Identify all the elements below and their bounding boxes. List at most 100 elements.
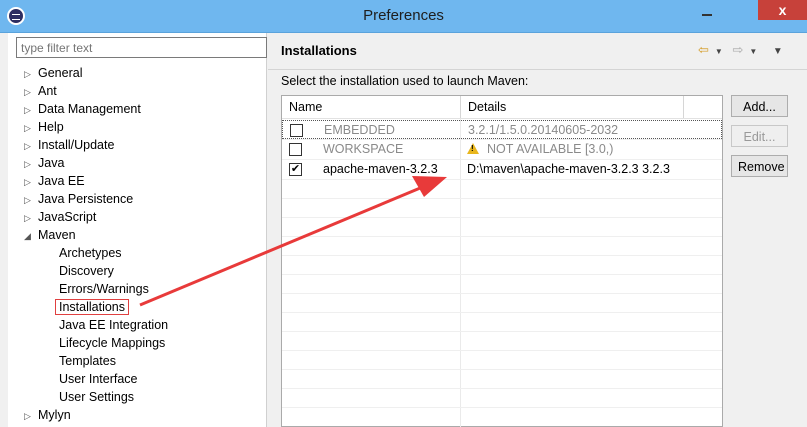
installation-name: WORKSPACE xyxy=(323,142,404,156)
column-header-name[interactable]: Name xyxy=(282,96,461,118)
tree-item-label: JavaScript xyxy=(38,210,97,224)
preferences-nav-panel: ▷General▷Ant▷Data Management▷Help▷Instal… xyxy=(8,33,267,427)
tree-item-label: Discovery xyxy=(59,264,114,278)
tree-item-label: Java EE xyxy=(38,174,85,188)
row-line xyxy=(282,255,722,256)
tree-item[interactable]: User Interface xyxy=(59,370,138,388)
installation-name: apache-maven-3.2.3 xyxy=(323,162,438,176)
tree-item[interactable]: ▷ Install/Update xyxy=(24,136,114,154)
page-nav-toolbar: ⇦ ▼ ⇨ ▼ ▼ xyxy=(698,42,789,58)
column-header-details[interactable]: Details xyxy=(461,96,684,118)
collapsed-triangle-icon[interactable]: ▷ xyxy=(24,119,38,137)
row-line xyxy=(282,312,722,313)
tree-item[interactable]: Discovery xyxy=(59,262,114,280)
collapsed-triangle-icon[interactable]: ▷ xyxy=(24,173,38,191)
installation-name: EMBEDDED xyxy=(324,123,395,137)
tree-item[interactable]: ▷ Data Management xyxy=(24,100,141,118)
tree-item[interactable]: Installations xyxy=(55,298,130,316)
tree-item-label: Ant xyxy=(38,84,57,98)
expanded-triangle-icon[interactable]: ◢ xyxy=(24,227,38,245)
tree-item-label: Install/Update xyxy=(38,138,115,152)
row-line xyxy=(282,350,722,351)
minimize-icon[interactable] xyxy=(702,14,712,16)
row-line xyxy=(282,369,722,370)
collapsed-triangle-icon[interactable]: ▷ xyxy=(24,65,38,83)
filter-input[interactable] xyxy=(16,37,267,58)
tree-item[interactable]: ▷ Help xyxy=(24,118,64,136)
tree-item-label: Help xyxy=(38,120,64,134)
tree-item[interactable]: ◢ Maven xyxy=(24,226,76,244)
installation-details: NOT AVAILABLE [3.0,) xyxy=(487,142,614,156)
row-line xyxy=(282,236,722,237)
back-arrow-icon[interactable]: ⇦ xyxy=(698,42,709,58)
tree-item[interactable]: Templates xyxy=(59,352,116,370)
tree-item-label: Data Management xyxy=(38,102,141,116)
collapsed-triangle-icon[interactable]: ▷ xyxy=(24,209,38,227)
tree-item-label: Archetypes xyxy=(59,246,122,260)
table-row[interactable]: EMBEDDED 3.2.1/1.5.0.20140605-2032 xyxy=(282,120,722,139)
tree-item-label: Java EE Integration xyxy=(59,318,169,332)
row-line xyxy=(282,331,722,332)
back-dropdown-icon[interactable]: ▼ xyxy=(715,47,723,56)
title-bar: Preferences x xyxy=(0,0,807,33)
view-menu-icon[interactable]: ▼ xyxy=(773,46,783,57)
tree-item[interactable]: ▷ Java xyxy=(24,154,64,172)
row-checkbox[interactable] xyxy=(290,124,303,137)
table-row[interactable]: WORKSPACE NOT AVAILABLE [3.0,) xyxy=(282,140,722,159)
tree-item[interactable]: User Settings xyxy=(59,388,134,406)
tree-item[interactable]: Lifecycle Mappings xyxy=(59,334,165,352)
tree-item[interactable]: ▷ General xyxy=(24,64,82,82)
tree-item-label: Java xyxy=(38,156,65,170)
window-title: Preferences xyxy=(363,7,444,24)
forward-dropdown-icon[interactable]: ▼ xyxy=(749,47,757,56)
row-line xyxy=(282,293,722,294)
row-checkbox-checked[interactable]: ✔ xyxy=(289,163,302,176)
collapsed-triangle-icon[interactable]: ▷ xyxy=(24,101,38,119)
tree-item[interactable]: ▷ JavaScript xyxy=(24,208,96,226)
tree-item[interactable]: Errors/Warnings xyxy=(59,280,149,298)
tree-item-label: User Interface xyxy=(59,372,138,386)
remove-button[interactable]: Remove xyxy=(731,155,788,177)
tree-item-label: Mylyn xyxy=(38,408,71,422)
tree-item-label: Java Persistence xyxy=(38,192,134,206)
row-line xyxy=(282,407,722,408)
installations-table: Name Details EMBEDDED 3.2.1/1.5.0.201406… xyxy=(281,95,723,427)
table-row[interactable]: ✔ apache-maven-3.2.3 D:\maven\apache-mav… xyxy=(282,160,722,179)
tree-item-label: Errors/Warnings xyxy=(59,282,149,296)
collapsed-triangle-icon[interactable]: ▷ xyxy=(24,191,38,209)
tree-item-label: Installations xyxy=(55,299,130,315)
warning-icon xyxy=(467,143,479,154)
tree-item-label: Templates xyxy=(59,354,116,368)
tree-item-label: Lifecycle Mappings xyxy=(59,336,166,350)
tree-item[interactable]: ▷ Ant xyxy=(24,82,57,100)
row-line xyxy=(282,274,722,275)
tree-item-label: General xyxy=(38,66,83,80)
tree-item[interactable]: Archetypes xyxy=(59,244,122,262)
installation-details: 3.2.1/1.5.0.20140605-2032 xyxy=(468,123,619,137)
collapsed-triangle-icon[interactable]: ▷ xyxy=(24,155,38,173)
page-title: Installations xyxy=(281,43,357,58)
row-line xyxy=(282,179,722,180)
collapsed-triangle-icon[interactable]: ▷ xyxy=(24,83,38,101)
header-line xyxy=(282,118,722,119)
close-button[interactable]: x xyxy=(758,0,807,20)
row-line xyxy=(282,388,722,389)
tree-item-label: User Settings xyxy=(59,390,135,404)
tree-item[interactable]: ▷ Mylyn xyxy=(24,406,71,424)
page-description: Select the installation used to launch M… xyxy=(281,74,529,88)
tree-item[interactable]: Java EE Integration xyxy=(59,316,168,334)
installation-details: D:\maven\apache-maven-3.2.3 3.2.3 xyxy=(467,162,670,176)
tree-item[interactable]: ▷ Java Persistence xyxy=(24,190,133,208)
row-checkbox[interactable] xyxy=(289,143,302,156)
edit-button[interactable]: Edit... xyxy=(731,125,788,147)
collapsed-triangle-icon[interactable]: ▷ xyxy=(24,137,38,155)
preference-page: Installations ⇦ ▼ ⇨ ▼ ▼ Select the install… xyxy=(268,33,807,427)
collapsed-triangle-icon[interactable]: ▷ xyxy=(24,407,38,425)
add-button[interactable]: Add... xyxy=(731,95,788,117)
tree-item-label: Maven xyxy=(38,228,76,242)
row-line xyxy=(282,198,722,199)
row-line xyxy=(282,217,722,218)
tree-item[interactable]: ▷ Java EE xyxy=(24,172,85,190)
header-separator xyxy=(268,69,807,70)
forward-arrow-icon[interactable]: ⇨ xyxy=(732,42,743,58)
